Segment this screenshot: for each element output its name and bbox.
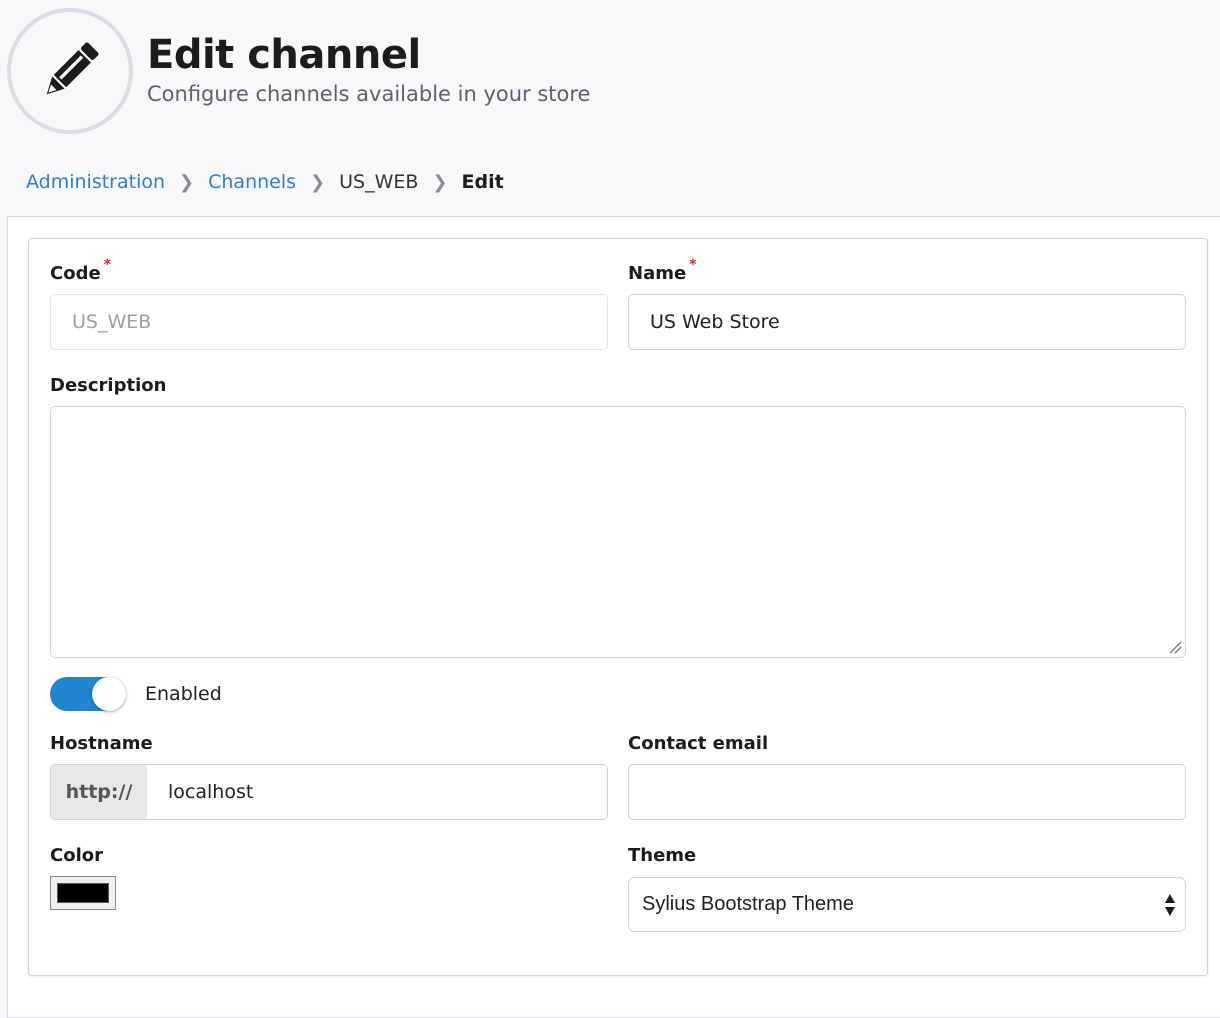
breadcrumb-channel-code: US_WEB xyxy=(339,171,419,193)
resize-handle-icon[interactable] xyxy=(1168,640,1182,654)
code-label: Code * xyxy=(50,257,111,284)
hostname-prefix: http:// xyxy=(51,765,147,819)
breadcrumb: Administration ❯ Channels ❯ US_WEB ❯ Edi… xyxy=(26,171,504,193)
name-field[interactable]: US Web Store xyxy=(628,294,1186,350)
breadcrumb-current: Edit xyxy=(461,171,504,193)
name-field-value: US Web Store xyxy=(650,311,780,333)
theme-select[interactable]: Sylius Bootstrap Theme xyxy=(628,877,1186,932)
hostname-field-value: localhost xyxy=(168,781,254,803)
theme-label: Theme xyxy=(628,845,697,866)
color-label: Color xyxy=(50,845,103,866)
description-label: Description xyxy=(50,375,167,396)
required-marker: * xyxy=(689,257,697,273)
code-field-value: US_WEB xyxy=(72,311,152,333)
required-marker: * xyxy=(103,257,111,273)
page-subtitle: Configure channels available in your sto… xyxy=(147,82,591,106)
contact-email-field[interactable] xyxy=(628,764,1186,820)
theme-selected-value: Sylius Bootstrap Theme xyxy=(642,893,854,915)
code-field[interactable]: US_WEB xyxy=(50,294,608,350)
hostname-label: Hostname xyxy=(50,733,153,754)
chevron-right-icon: ❯ xyxy=(310,171,326,193)
color-swatch xyxy=(57,883,109,903)
chevron-right-icon: ❯ xyxy=(179,171,195,193)
enabled-label: Enabled xyxy=(145,683,222,705)
hostname-input-group: http:// localhost xyxy=(50,764,608,820)
hostname-field[interactable]: localhost xyxy=(147,765,607,819)
contact-email-label: Contact email xyxy=(628,733,769,754)
chevron-right-icon: ❯ xyxy=(432,171,448,193)
breadcrumb-administration[interactable]: Administration xyxy=(26,171,165,193)
toggle-knob xyxy=(92,677,126,711)
page-header-icon xyxy=(7,8,133,134)
select-arrows-icon xyxy=(1165,894,1175,916)
enabled-toggle[interactable] xyxy=(50,677,126,711)
color-picker[interactable] xyxy=(50,876,116,910)
description-textarea[interactable] xyxy=(50,406,1186,658)
breadcrumb-channels[interactable]: Channels xyxy=(208,171,296,193)
name-label: Name * xyxy=(628,257,697,284)
page-title: Edit channel xyxy=(147,32,421,78)
pencil-icon xyxy=(46,42,99,95)
